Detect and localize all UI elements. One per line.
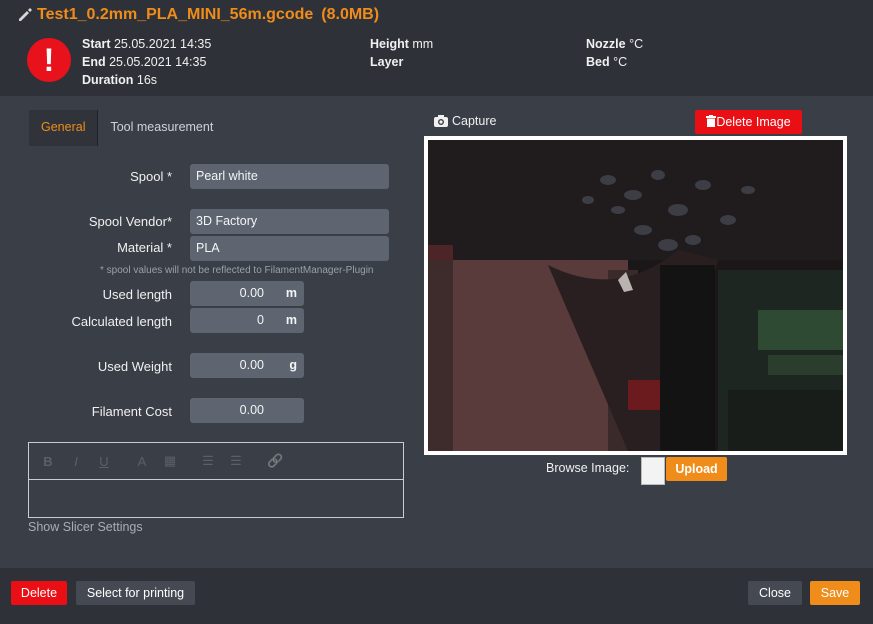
filename: Test1_0.2mm_PLA_MINI_56m.gcode bbox=[37, 6, 314, 23]
upload-button[interactable]: Upload bbox=[666, 457, 727, 481]
spool-label: Spool * bbox=[130, 169, 172, 184]
underline-icon[interactable]: U bbox=[97, 454, 111, 469]
calculated-length-field[interactable]: 0m bbox=[190, 308, 304, 333]
spool-vendor-label: Spool Vendor* bbox=[88, 214, 172, 229]
pencil-icon[interactable] bbox=[17, 7, 33, 23]
material-label: Material * bbox=[117, 240, 172, 255]
filament-cost-field[interactable]: 0.00 bbox=[190, 398, 304, 423]
highlight-icon[interactable]: ▦ bbox=[163, 453, 177, 469]
capture-label: Capture bbox=[452, 114, 497, 128]
dialog-title: Test1_0.2mm_PLA_MINI_56m.gcode (8.0MB) bbox=[17, 6, 379, 24]
unordered-list-icon[interactable]: ☰ bbox=[229, 453, 243, 469]
delete-image-button[interactable]: Delete Image bbox=[695, 110, 802, 134]
editor-toolbar: B I U A ▦ ☰ ☰ 🔗 bbox=[29, 443, 403, 480]
notes-editor: B I U A ▦ ☰ ☰ 🔗 bbox=[28, 442, 404, 518]
delete-button[interactable]: Delete bbox=[11, 581, 67, 605]
tab-tool-measurement[interactable]: Tool measurement bbox=[98, 110, 225, 146]
used-length-label: Used length bbox=[102, 287, 172, 302]
editor-content[interactable] bbox=[29, 480, 403, 518]
tab-general[interactable]: General bbox=[29, 110, 99, 146]
bold-icon[interactable]: B bbox=[41, 454, 55, 469]
spool-vendor-field[interactable]: 3D Factory bbox=[190, 209, 389, 234]
print-geometry: Height mm Layer bbox=[370, 37, 434, 69]
file-input[interactable] bbox=[641, 457, 665, 485]
close-button[interactable]: Close bbox=[748, 581, 802, 605]
material-field[interactable]: PLA bbox=[190, 236, 389, 261]
link-icon[interactable]: 🔗 bbox=[267, 453, 283, 469]
font-color-icon[interactable]: A bbox=[135, 454, 149, 469]
save-button[interactable]: Save bbox=[810, 581, 860, 605]
calculated-length-label: Calculated length bbox=[71, 314, 172, 329]
error-status-icon: ! bbox=[27, 38, 71, 82]
italic-icon[interactable]: I bbox=[69, 454, 83, 469]
filament-cost-label: Filament Cost bbox=[91, 404, 172, 419]
tab-bar: General Tool measurement bbox=[29, 110, 225, 146]
filesize: (8.0MB) bbox=[321, 6, 380, 23]
used-length-field[interactable]: 0.00 m bbox=[190, 281, 304, 306]
print-snapshot-image bbox=[424, 136, 847, 455]
show-slicer-settings-link[interactable]: Show Slicer Settings bbox=[28, 520, 143, 534]
browse-image-label: Browse Image: bbox=[546, 461, 630, 475]
spool-hint: * spool values will not be reflected to … bbox=[100, 265, 374, 276]
capture-button[interactable]: Capture bbox=[434, 114, 496, 128]
dialog-header: Test1_0.2mm_PLA_MINI_56m.gcode (8.0MB) !… bbox=[0, 0, 873, 96]
print-temperatures: Nozzle °C Bed °C bbox=[586, 37, 644, 69]
print-times: Start 25.05.2021 14:35 End 25.05.2021 14… bbox=[82, 37, 212, 87]
used-weight-label: Used Weight bbox=[97, 359, 172, 374]
used-weight-field[interactable]: 0.00 g bbox=[190, 353, 304, 378]
ordered-list-icon[interactable]: ☰ bbox=[201, 453, 215, 469]
trash-icon bbox=[706, 115, 717, 127]
select-for-printing-button[interactable]: Select for printing bbox=[76, 581, 195, 605]
camera-icon bbox=[434, 115, 448, 127]
spool-field[interactable]: Pearl white bbox=[190, 164, 389, 189]
